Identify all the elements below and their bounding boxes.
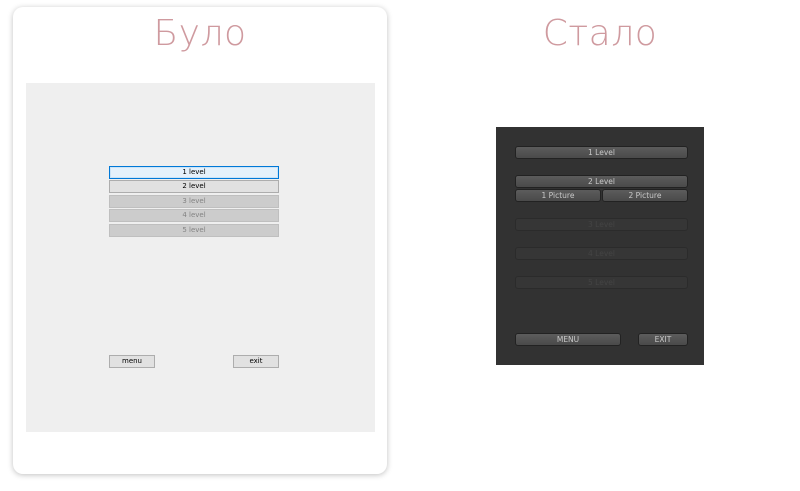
before-heading: Було bbox=[153, 13, 247, 54]
new-picture-2-button[interactable]: 2 Picture bbox=[602, 189, 688, 202]
new-level-2-button[interactable]: 2 Level bbox=[515, 175, 688, 188]
new-picture-1-button[interactable]: 1 Picture bbox=[515, 189, 601, 202]
old-level-1-button[interactable]: 1 level bbox=[109, 166, 279, 179]
new-level-5-button: 5 Level bbox=[515, 276, 688, 289]
new-window: 1 Level 2 Level 1 Picture 2 Picture 3 Le… bbox=[496, 127, 704, 365]
old-window: 1 level 2 level 3 level 4 level 5 level … bbox=[26, 83, 375, 432]
old-exit-button[interactable]: exit bbox=[233, 355, 279, 368]
new-level-3-button: 3 Level bbox=[515, 218, 688, 231]
old-level-3-button: 3 level bbox=[109, 195, 279, 208]
new-level-1-button[interactable]: 1 Level bbox=[515, 146, 688, 159]
after-heading: Стало bbox=[542, 13, 658, 54]
old-level-5-button: 5 level bbox=[109, 224, 279, 237]
old-level-2-button[interactable]: 2 level bbox=[109, 180, 279, 193]
new-menu-button[interactable]: MENU bbox=[515, 333, 621, 346]
old-level-4-button: 4 level bbox=[109, 209, 279, 222]
new-exit-button[interactable]: EXIT bbox=[638, 333, 688, 346]
old-menu-button[interactable]: menu bbox=[109, 355, 155, 368]
new-level-4-button: 4 Level bbox=[515, 247, 688, 260]
